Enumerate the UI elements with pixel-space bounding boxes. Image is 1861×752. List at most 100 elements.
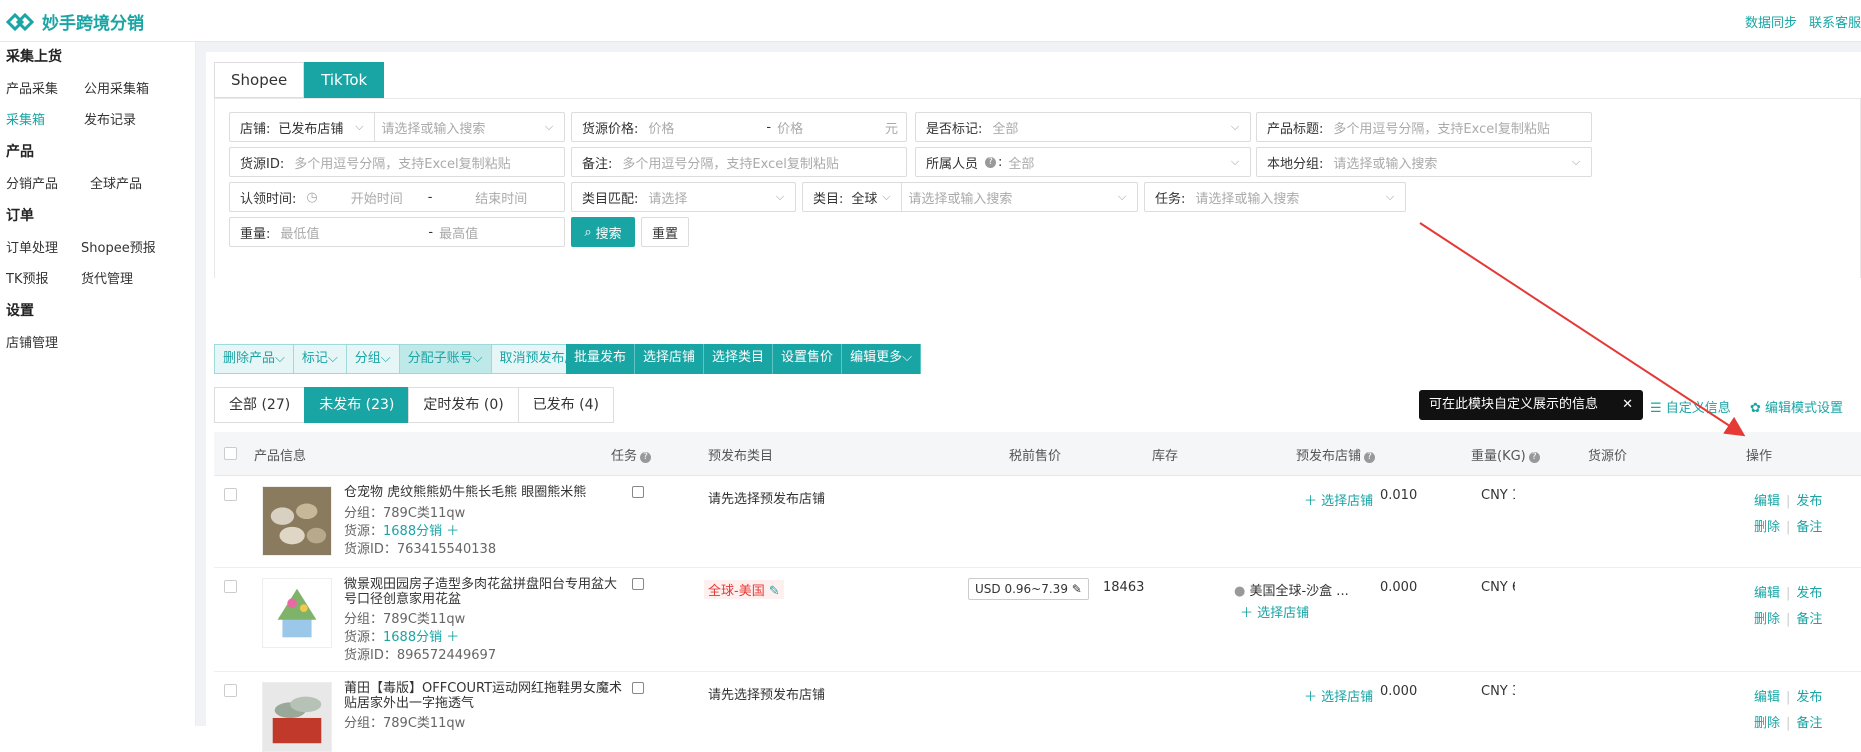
tab-scheduled[interactable]: 定时发布 (0) <box>408 387 519 423</box>
custom-info-tooltip: 可在此模块自定义展示的信息 ✕ <box>1419 390 1643 420</box>
product-thumbnail[interactable] <box>262 682 332 752</box>
category-match-filter[interactable]: 类目匹配: 请选择 ⌵ <box>571 182 796 212</box>
publish-button[interactable]: 发布 <box>1796 586 1822 601</box>
category-filter[interactable]: 类目: 全球 ⌵ 请选择或输入搜索 ⌵ <box>802 182 1138 212</box>
batch-publish-button[interactable]: 批量发布 <box>566 344 636 374</box>
owner-filter[interactable]: 所属人员 ? : 全部 ⌵ <box>915 147 1251 177</box>
tab-published[interactable]: 已发布 (4) <box>517 387 614 423</box>
tab-tiktok[interactable]: TikTok <box>304 62 385 98</box>
col-operations: 操作 <box>1746 449 1773 464</box>
select-category-button[interactable]: 选择类目 <box>704 344 774 374</box>
note-button[interactable]: 备注 <box>1796 612 1822 627</box>
delete-products-button[interactable]: 删除产品⌵ <box>214 344 294 374</box>
edit-more-button[interactable]: 编辑更多⌵ <box>842 344 921 374</box>
group-button[interactable]: 分组⌵ <box>345 344 400 374</box>
tab-unpublished[interactable]: 未发布 (23) <box>304 387 410 423</box>
sidebar-item-forwarder[interactable]: 货代管理 <box>81 268 133 287</box>
publish-button[interactable]: 发布 <box>1796 494 1822 509</box>
set-price-button[interactable]: 设置售价 <box>773 344 843 374</box>
app-title: 妙手跨境分销 <box>42 14 144 34</box>
plus-icon[interactable]: ＋ <box>446 630 459 645</box>
sidebar-item-shopee-forecast[interactable]: Shopee预报 <box>81 237 156 256</box>
product-title[interactable]: 仓宠物 虎纹熊熊奶牛熊长毛熊 眼圈熊米熊 <box>344 485 624 500</box>
edit-icon[interactable] <box>632 682 644 694</box>
stock-value: 18463 <box>1103 580 1145 595</box>
custom-info-link[interactable]: ☰ 自定义信息 <box>1650 397 1731 416</box>
sidebar: 采集上货 产品采集 公用采集箱 采集箱 发布记录 产品 分销产品 全球产品 订单… <box>0 42 196 726</box>
table-row: 莆田【毒版】OFFCOURT运动网红拖鞋男女魔术贴居家外出一字拖透气 分组：78… <box>214 672 1861 752</box>
edit-icon[interactable] <box>632 486 644 498</box>
chevron-down-icon: ⌵ <box>1117 190 1127 203</box>
delete-button[interactable]: 删除 <box>1754 612 1780 627</box>
product-thumbnail[interactable] <box>262 578 332 648</box>
data-sync-link[interactable]: 数据同步 <box>1745 12 1797 31</box>
tab-all[interactable]: 全部 (27) <box>214 387 306 423</box>
search-button[interactable]: ⌕ 搜索 <box>571 217 635 247</box>
chevron-down-icon: ⌵ <box>882 190 891 203</box>
select-store-link[interactable]: ＋ 选择店铺 <box>1240 602 1309 621</box>
close-icon[interactable]: ✕ <box>1622 390 1633 420</box>
sidebar-item-store-manage[interactable]: 店铺管理 <box>6 332 58 351</box>
select-store-link[interactable]: ＋ 选择店铺 <box>1304 490 1373 509</box>
select-all-checkbox[interactable] <box>224 447 237 460</box>
edit-button[interactable]: 编辑 <box>1754 586 1780 601</box>
sidebar-group-settings: 设置 <box>6 303 34 319</box>
sidebar-item-global-product[interactable]: 全球产品 <box>90 173 142 192</box>
note-filter[interactable]: 备注: 多个用逗号分隔，支持Excel复制粘贴 <box>571 147 907 177</box>
plus-icon[interactable]: ＋ <box>446 524 459 539</box>
pencil-icon[interactable]: ✎ <box>769 584 780 599</box>
sidebar-item-product-collect[interactable]: 产品采集 <box>6 78 58 97</box>
sidebar-item-dist-product[interactable]: 分销产品 <box>6 173 58 192</box>
table-row: 微景观田园房子造型多肉花盆拼盘阳台专用盆大号口径创意家用花盆 分组：789C类1… <box>214 568 1861 672</box>
sidebar-item-collect-box[interactable]: 采集箱 <box>6 109 45 128</box>
source-price: CNY 6. <box>1481 580 1515 595</box>
title-filter[interactable]: 产品标题: 多个用逗号分隔，支持Excel复制粘贴 <box>1256 112 1592 142</box>
sidebar-item-public-box[interactable]: 公用采集箱 <box>84 78 149 97</box>
chevron-down-icon: ⌵ <box>1230 120 1240 133</box>
task-filter[interactable]: 任务: 请选择或输入搜索 ⌵ <box>1144 182 1406 212</box>
note-button[interactable]: 备注 <box>1796 520 1822 535</box>
product-source-id: 货源ID：763415540138 <box>344 542 497 557</box>
row-checkbox[interactable] <box>224 488 237 501</box>
contact-support-link[interactable]: 联系客服 <box>1809 12 1861 31</box>
col-stock: 库存 <box>1152 449 1179 464</box>
publish-button[interactable]: 发布 <box>1796 690 1822 705</box>
sidebar-item-publish-records[interactable]: 发布记录 <box>84 109 136 128</box>
product-thumbnail[interactable] <box>262 486 332 556</box>
table-header: 产品信息 任务? 预发布类目 税前售价 库存 预发布店铺? 重量(KG)? 货源… <box>214 432 1861 476</box>
app-logo[interactable]: 妙手跨境分销 <box>6 9 144 34</box>
weight-filter[interactable]: 重量: 最低值 - 最高值 <box>229 217 565 247</box>
price-filter[interactable]: 货源价格: 价格 - 价格 元 <box>571 112 907 142</box>
chevron-down-icon: ⌵ <box>472 351 483 366</box>
select-store-button[interactable]: 选择店铺 <box>635 344 705 374</box>
edit-button[interactable]: 编辑 <box>1754 494 1780 509</box>
price-range-input[interactable]: USD 0.96~7.39 ✎ <box>968 578 1089 600</box>
edit-button[interactable]: 编辑 <box>1754 690 1780 705</box>
edit-icon[interactable] <box>632 578 644 590</box>
product-title[interactable]: 微景观田园房子造型多肉花盆拼盘阳台专用盆大号口径创意家用花盆 <box>344 577 624 607</box>
delete-button[interactable]: 删除 <box>1754 520 1780 535</box>
row-checkbox[interactable] <box>224 580 237 593</box>
prepublish-category[interactable]: 全球-美国 ✎ <box>704 580 784 599</box>
source-id-filter[interactable]: 货源ID: 多个用逗号分隔，支持Excel复制粘贴 <box>229 147 565 177</box>
claim-time-filter[interactable]: 认领时间: ◷ 开始时间 - 结束时间 <box>229 182 565 212</box>
edit-mode-settings-link[interactable]: ✿ 编辑模式设置 <box>1750 397 1843 416</box>
marked-filter[interactable]: 是否标记: 全部 ⌵ <box>915 112 1251 142</box>
row-checkbox[interactable] <box>224 684 237 697</box>
assign-subaccount-button[interactable]: 分配子账号⌵ <box>398 344 492 374</box>
product-group: 分组：789C类11qw <box>344 506 466 521</box>
product-group: 分组：789C类11qw <box>344 716 466 731</box>
select-store-link[interactable]: ＋ 选择店铺 <box>1304 686 1373 705</box>
note-button[interactable]: 备注 <box>1796 716 1822 731</box>
store-filter[interactable]: 店铺: 已发布店铺 ⌵ 请选择或输入搜索 ⌵ <box>229 112 565 142</box>
sidebar-item-tk-forecast[interactable]: TK预报 <box>6 268 48 287</box>
mark-button[interactable]: 标记⌵ <box>292 344 347 374</box>
local-group-filter[interactable]: 本地分组: 请选择或输入搜索 ⌵ <box>1256 147 1592 177</box>
product-title[interactable]: 莆田【毒版】OFFCOURT运动网红拖鞋男女魔术贴居家外出一字拖透气 <box>344 681 624 711</box>
row-ops: 编辑 | 发布 <box>1754 690 1823 705</box>
sidebar-item-order-process[interactable]: 订单处理 <box>6 237 58 256</box>
reset-button[interactable]: 重置 <box>641 217 689 247</box>
tab-shopee[interactable]: Shopee <box>214 62 305 98</box>
weight-value: 0.000 <box>1380 580 1418 595</box>
delete-button[interactable]: 删除 <box>1754 716 1780 731</box>
